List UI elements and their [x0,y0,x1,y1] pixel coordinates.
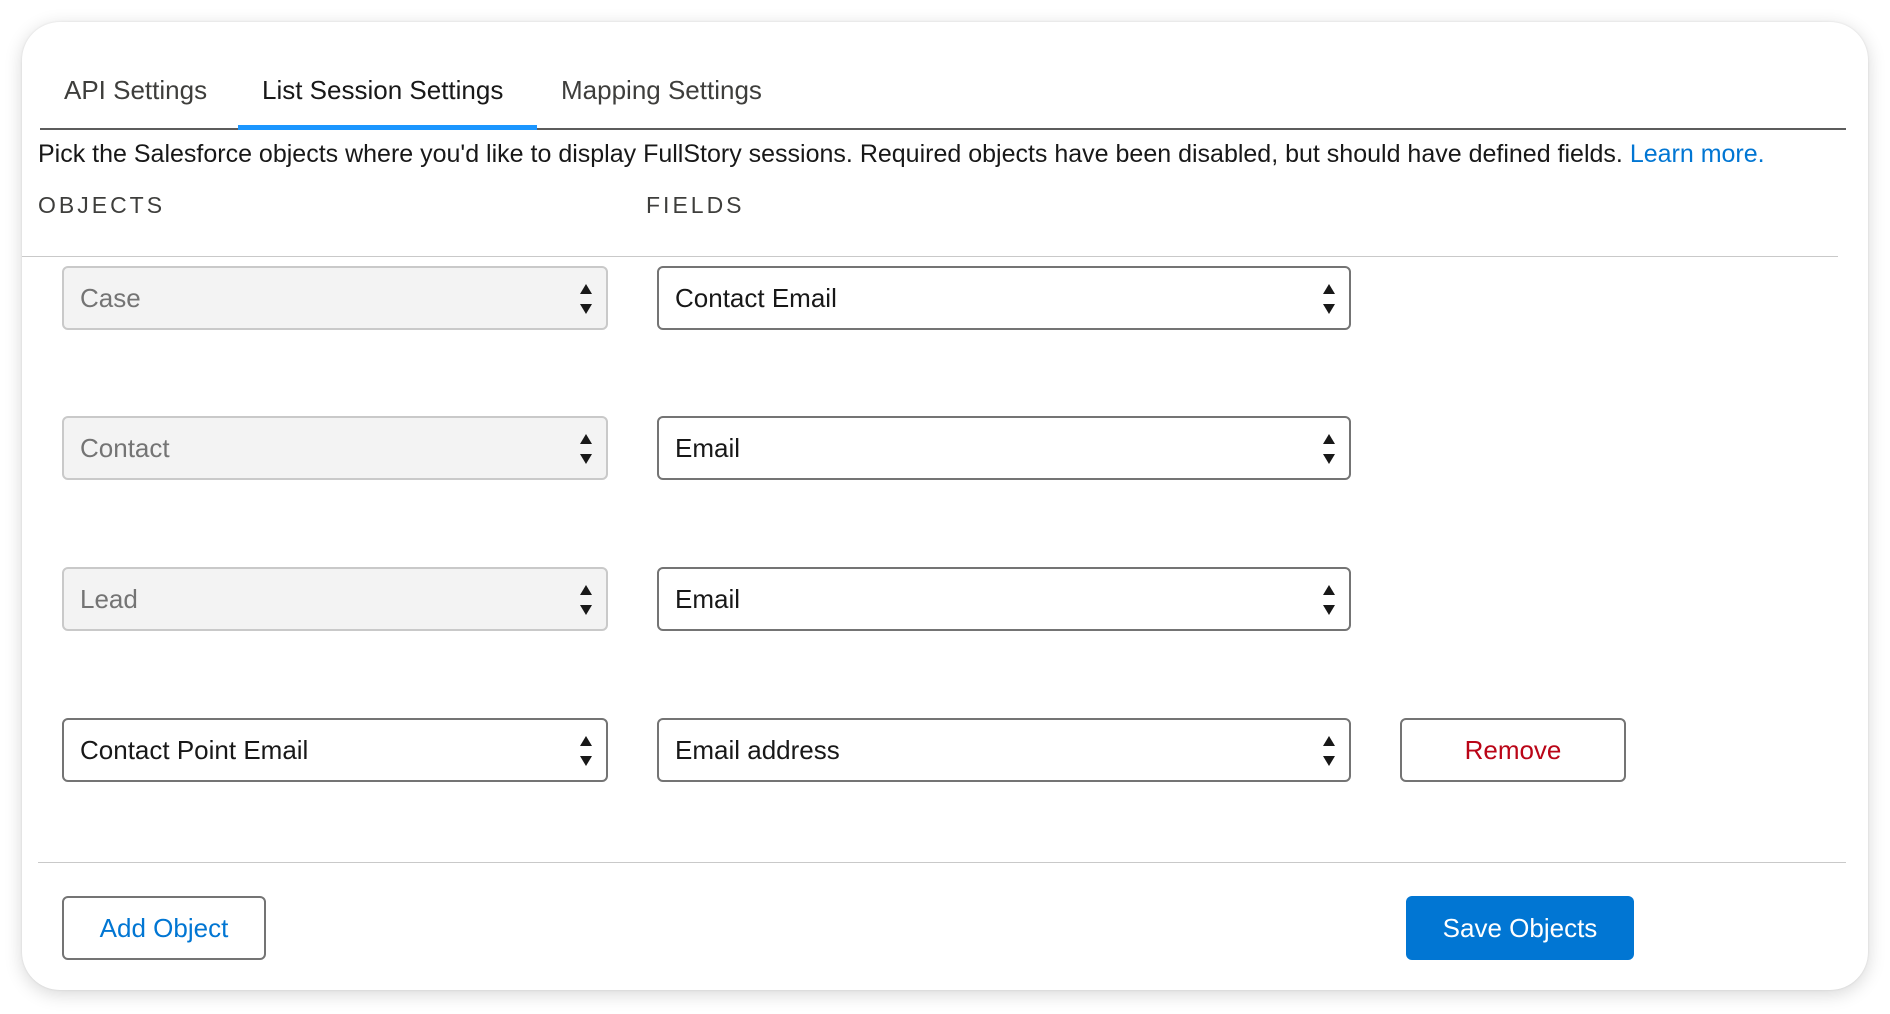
mapping-row: Contact Point Email Email address Remove [22,718,1868,782]
field-select-value: Contact Email [675,283,837,313]
fields-column-header: FIELDS [646,192,745,218]
object-select-value: Contact Point Email [80,735,309,765]
object-select-contact-point-email[interactable]: Contact Point Email [62,718,608,782]
description-body: Pick the Salesforce objects where you'd … [38,140,1623,168]
field-select-contact-point-email[interactable]: Email address [657,718,1351,782]
description-text: Pick the Salesforce objects where you'd … [38,132,1765,176]
settings-card: API Settings List Session Settings Mappi… [22,22,1868,990]
remove-button[interactable]: Remove [1400,718,1626,782]
tab-api-settings[interactable]: API Settings [40,52,238,128]
learn-more-link[interactable]: Learn more. [1630,140,1765,168]
select-arrows-icon [1323,282,1337,316]
select-arrows-icon [1323,583,1337,617]
object-select-contact: Contact [62,416,608,480]
mapping-row: Lead Email [22,567,1868,631]
object-select-value: Case [80,283,141,313]
footer-divider [38,862,1846,863]
mapping-row: Contact Email [22,416,1868,480]
field-select-value: Email [675,433,741,463]
select-arrows-icon [1323,734,1337,768]
field-select-contact[interactable]: Email [657,416,1351,480]
add-object-button[interactable]: Add Object [62,896,266,960]
select-arrows-icon [1323,432,1337,466]
object-select-case: Case [62,266,608,330]
objects-column-header: OBJECTS [38,192,166,218]
object-select-value: Contact [80,433,170,463]
field-select-lead[interactable]: Email [657,567,1351,631]
mapping-row: Case Contact Email [22,266,1868,330]
field-select-value: Email [675,584,741,614]
select-arrows-icon [580,432,594,466]
object-select-lead: Lead [62,567,608,631]
save-objects-button[interactable]: Save Objects [1406,896,1634,960]
field-select-value: Email address [675,735,840,765]
select-arrows-icon [580,583,594,617]
header-divider [22,256,1838,257]
select-arrows-icon [580,282,594,316]
object-select-value: Lead [80,584,138,614]
select-arrows-icon [580,734,594,768]
tab-list-session-settings[interactable]: List Session Settings [238,52,537,130]
settings-tabs: API Settings List Session Settings Mappi… [40,52,1846,130]
field-select-case[interactable]: Contact Email [657,266,1351,330]
tab-mapping-settings[interactable]: Mapping Settings [537,52,793,128]
